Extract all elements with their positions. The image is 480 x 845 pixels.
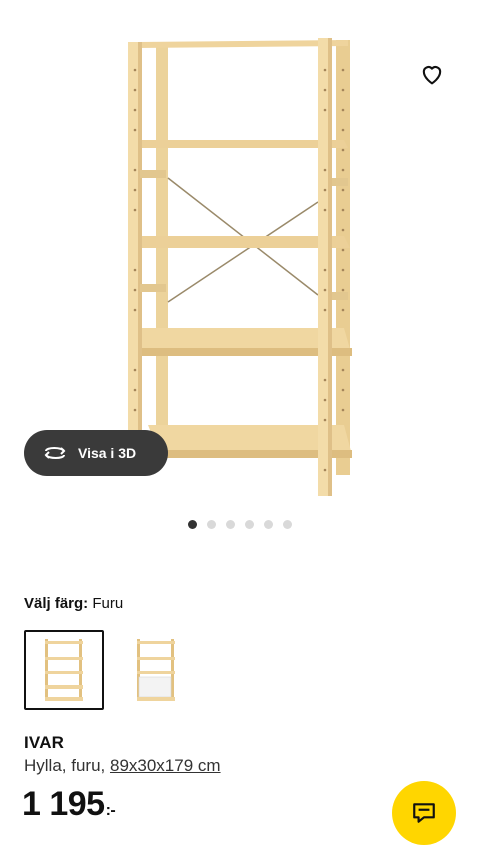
color-option-furu[interactable] [24, 630, 104, 710]
chat-icon [413, 803, 435, 823]
product-type-material: Hylla, furu, [24, 756, 110, 775]
gallery-dot[interactable] [207, 520, 216, 529]
gallery-dot[interactable] [245, 520, 254, 529]
color-label-prefix: Välj färg: [24, 595, 89, 612]
gallery-dot[interactable] [283, 520, 292, 529]
swatch-thumbnail [45, 639, 83, 701]
product-name: IVAR [24, 733, 65, 752]
price-suffix: :- [105, 802, 116, 819]
product-image [128, 38, 352, 496]
product-dimensions-link[interactable]: 89x30x179 cm [110, 756, 221, 775]
gallery-dot[interactable] [226, 520, 235, 529]
price-amount: 1 195 [22, 785, 105, 823]
color-selector-label: Välj färg: Furu [24, 595, 123, 612]
favorite-button[interactable] [418, 60, 446, 88]
selected-color-value: Furu [92, 595, 124, 612]
swatch-thumbnail [137, 639, 175, 701]
product-description: Hylla, furu, 89x30x179 cm [24, 756, 221, 776]
rotate-3d-icon [44, 447, 66, 459]
product-image-gallery[interactable]: Visa i 3D [0, 0, 480, 500]
view-in-3d-button[interactable]: Visa i 3D [24, 430, 168, 476]
color-swatches [24, 630, 196, 710]
product-price: 1 195:- [22, 785, 116, 824]
color-option-furu-vit[interactable] [116, 630, 196, 710]
chat-button[interactable] [392, 781, 456, 845]
view-in-3d-label: Visa i 3D [78, 445, 137, 461]
heart-icon [422, 66, 442, 85]
gallery-dot[interactable] [264, 520, 273, 529]
gallery-pagination [188, 520, 292, 529]
gallery-dot[interactable] [188, 520, 197, 529]
